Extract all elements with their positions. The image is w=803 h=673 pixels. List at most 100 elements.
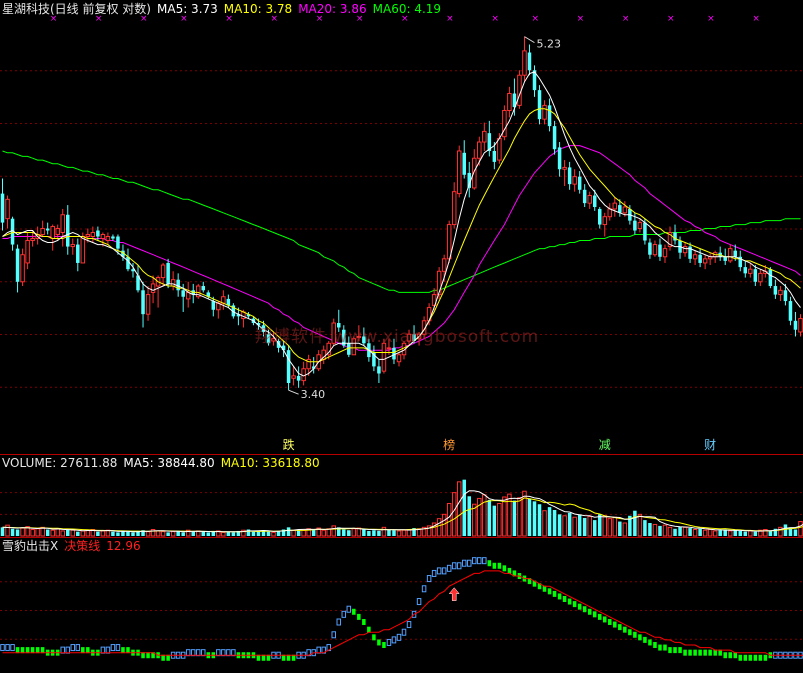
candle-body <box>517 74 522 106</box>
candle-body <box>25 240 30 264</box>
indicator-block <box>382 642 386 648</box>
volume-bar <box>798 521 803 537</box>
indicator-block <box>628 629 632 636</box>
top-marker: × <box>531 14 539 24</box>
indicator-block <box>723 652 727 659</box>
candle-body <box>30 238 35 242</box>
volume-bar <box>65 529 70 536</box>
candle-body <box>788 301 793 321</box>
volume-bar <box>567 512 572 536</box>
volume-bar <box>206 532 211 536</box>
indicator-block <box>753 654 758 661</box>
candle-body <box>76 244 80 263</box>
candle-body <box>682 246 688 254</box>
indicator-block <box>728 652 732 659</box>
volume-bar <box>441 513 447 537</box>
low-label-leader <box>288 389 299 395</box>
indicator-block <box>451 562 457 570</box>
candle-body <box>85 234 91 238</box>
volume-indicator-divider <box>0 537 803 538</box>
candle-body <box>70 244 76 248</box>
candle-body <box>386 347 392 350</box>
candle-body <box>748 268 753 274</box>
low-price-label: 3.40 <box>301 388 326 401</box>
volume-bar <box>497 503 502 537</box>
signal-badge: 跌 <box>283 437 295 452</box>
indicator-block <box>592 611 597 618</box>
volume-bar <box>155 530 161 537</box>
indicator-block <box>748 654 753 661</box>
indicator-block <box>582 606 587 613</box>
volume-bar <box>401 529 407 537</box>
top-marker: × <box>140 14 148 24</box>
candle-body <box>5 198 10 220</box>
top-marker: × <box>316 14 324 24</box>
volume-bar <box>377 530 381 536</box>
volume-bar <box>612 516 618 537</box>
volume-bar <box>482 494 487 537</box>
indicator-block <box>557 593 562 600</box>
volume-bar <box>160 531 166 537</box>
candle-body <box>692 254 698 260</box>
candle-body <box>181 290 185 297</box>
volume-bar <box>618 521 622 536</box>
indicator-block <box>567 598 572 605</box>
volume-bar <box>347 530 351 536</box>
indicator-block <box>547 588 552 595</box>
indicator-block <box>693 649 697 656</box>
volume-bar <box>221 531 226 537</box>
volume-bar <box>170 531 176 537</box>
watermark-text: 翔博软件 www.xiangbosoft.com <box>255 327 540 347</box>
indicator-block <box>708 649 712 656</box>
volume-bar <box>597 514 602 536</box>
candle-body <box>45 228 50 231</box>
indicator-block <box>678 647 682 654</box>
candle-body <box>562 166 567 170</box>
indicator-block <box>758 654 763 661</box>
candle-body <box>40 228 45 236</box>
volume-bar <box>321 529 326 537</box>
volume-bar <box>727 530 733 537</box>
candle-body <box>482 130 487 143</box>
volume-bar <box>743 531 748 536</box>
volume-bar <box>688 528 692 536</box>
top-marker: × <box>707 14 715 24</box>
volume-bar <box>667 526 673 537</box>
indicator-block <box>477 557 482 565</box>
candle-body <box>90 232 96 238</box>
indicator-block <box>346 605 352 613</box>
indicator-block <box>466 559 472 567</box>
volume-bar <box>20 527 25 537</box>
volume-bar <box>718 530 722 536</box>
indicator-block <box>673 647 677 654</box>
volume-bar <box>226 531 231 536</box>
candle-body <box>652 244 658 256</box>
indicator-block <box>597 613 602 620</box>
candle-body <box>542 104 547 120</box>
candle-body <box>602 216 608 226</box>
candle-body <box>507 93 512 112</box>
volume-bar <box>692 529 698 537</box>
ma60-line <box>2 150 801 293</box>
indicator-block <box>562 596 567 602</box>
volume-bar <box>362 529 366 536</box>
volume-bar <box>116 532 120 536</box>
volume-bar <box>658 525 662 536</box>
volume-bar <box>201 531 206 536</box>
indicator-block <box>456 562 462 570</box>
candle-body <box>552 126 557 150</box>
candle-body <box>727 248 733 262</box>
indicator-block <box>0 644 5 652</box>
indicator-block <box>341 610 347 618</box>
volume-bar <box>562 515 567 537</box>
candle-body <box>211 301 216 310</box>
indicator-block <box>357 613 361 620</box>
candle-body <box>105 236 111 242</box>
indicator-block <box>110 644 116 652</box>
candle-body <box>451 191 457 226</box>
top-marker: × <box>491 14 499 24</box>
volume-bar <box>602 515 608 537</box>
indicator-block <box>552 590 557 597</box>
candle-body <box>456 150 462 195</box>
volume-bar <box>702 529 708 537</box>
